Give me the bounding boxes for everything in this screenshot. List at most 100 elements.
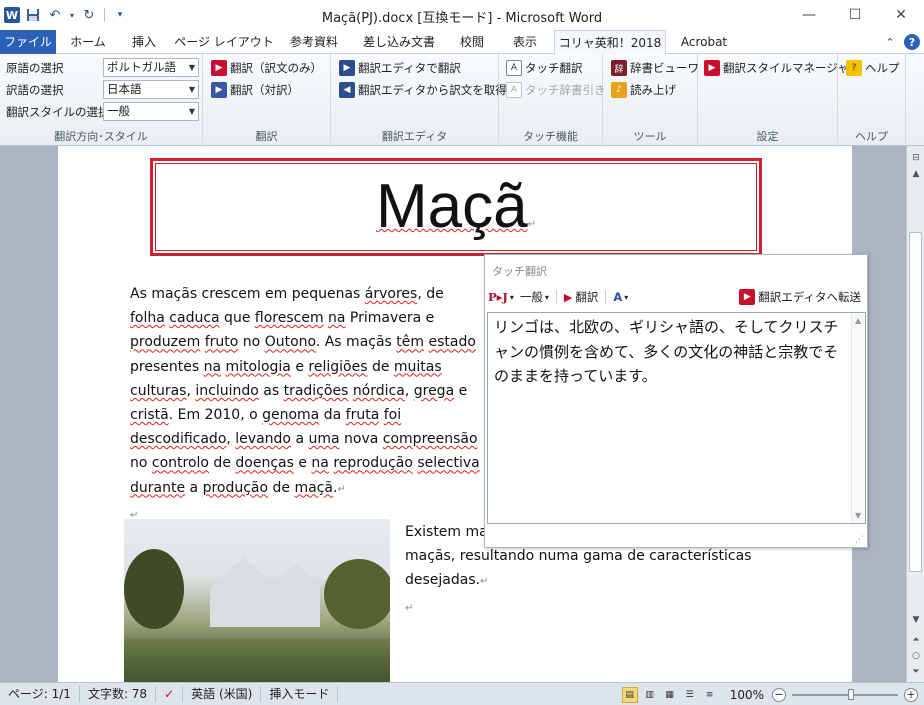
send-to-editor-button[interactable]: ▶ 翻訳エディタへ転送 [736,287,867,307]
zoom-in-icon[interactable]: + [904,687,918,702]
maximize-icon[interactable]: ☐ [832,0,878,30]
style-manager-button[interactable]: ▶ 翻訳スタイルマネージャ [704,58,849,78]
misspelled-word: florescem [254,310,324,327]
group-direction-style: 原語の選択 ポルトガル語 ▼ 訳語の選択 日本語 ▼ 翻訳スタイルの選択 一般 ▼ 翻… [0,54,203,146]
touch-translate-panel[interactable]: タッチ翻訳 P▸J ▾ 一般 ▾ ▶ 翻訳 A ▾ ▶ 翻訳エディタへ転送 リンゴは、北欧… [484,254,868,548]
direction-dropdown[interactable]: P▸J ▾ [485,287,517,307]
tab-page-layout[interactable]: ページ レイアウト [174,30,274,54]
tab-acrobat[interactable]: Acrobat [672,30,736,54]
translation-style-select[interactable]: 一般 ▼ [103,102,199,121]
apple-house-image[interactable] [124,519,390,682]
style-dropdown[interactable]: 一般 ▾ [517,287,552,307]
language-indicator[interactable]: 英語 (米国) [183,686,262,702]
outline-icon[interactable]: ☰ [682,687,698,703]
ribbon-tabs: ファイル ホーム 挿入 ページ レイアウト 参考資料 差し込み文書 校閲 表示 … [0,30,924,55]
zoom-slider[interactable] [792,688,898,700]
resize-grip-icon[interactable]: ⋰ [855,535,864,545]
close-icon[interactable]: ✕ [878,0,924,30]
target-language-value: 日本語 [107,82,142,96]
redo-icon[interactable]: ↻ [80,6,98,24]
paragraph-mark: ↵ [527,219,536,230]
paragraph-mark: ↵ [405,602,414,614]
direction-label: P▸J [488,290,508,304]
touch-dictionary-label: タッチ辞書引き [525,83,606,97]
target-language-select[interactable]: 日本語 ▼ [103,80,199,99]
insert-mode-indicator[interactable]: 挿入モード [261,686,339,702]
ruler-toggle-icon[interactable]: ⊟ [910,152,922,164]
tab-review[interactable]: 校閲 [450,30,494,54]
page-count[interactable]: ページ: 1/1 [0,686,80,702]
tab-korya[interactable]: コリャ英和！2018 [554,30,666,55]
undo-icon[interactable]: ↶ [46,6,64,24]
scrollbar-thumb[interactable] [909,232,922,572]
customize-qat-icon[interactable]: ▾ [111,6,129,24]
vertical-scrollbar[interactable]: ⊟ ▲ ▼ ⏶ ○ ⏷ [906,146,924,682]
misspelled-word: religiões [308,358,368,375]
dictionary-viewer-button[interactable]: 辞辞書ビューワ [611,58,699,78]
text-run: de [367,358,394,375]
touch-result-area[interactable]: リンゴは、北欧の、ギリシャ語の、そしてクリスチャンの慣例を含めて、多くの文化の神… [487,312,866,524]
misspelled-word: na [203,358,222,375]
text-run: no [238,334,265,351]
translate-only-icon: ▶ [211,60,227,76]
help-icon[interactable]: ? [904,34,920,50]
tab-file[interactable]: ファイル [0,30,56,54]
scroll-up-icon[interactable]: ▲ [910,168,922,180]
paragraph-2-line-3: desejadas. [405,572,481,589]
zoom-out-icon[interactable]: − [772,687,786,702]
translate-in-editor-button[interactable]: ▶ 翻訳エディタで翻訳 [339,58,461,78]
translate-only-button[interactable]: ▶ 翻訳（訳文のみ） [211,58,322,78]
zoom-level[interactable]: 100% [730,688,764,702]
source-language-select[interactable]: ポルトガル語 ▼ [103,58,199,77]
word-app-icon[interactable]: W [4,7,20,23]
misspelled-word: compreensão [382,431,478,448]
get-from-editor-button[interactable]: ◀ 翻訳エディタから訳文を取得 [339,80,507,100]
text-run: As maçãs crescem em pequenas [130,286,365,302]
tab-view[interactable]: 表示 [502,30,548,54]
word-count[interactable]: 文字数: 78 [80,686,157,702]
misspelled-word: produção [202,479,269,496]
options-dropdown[interactable]: A ▾ [610,287,631,307]
paragraph-1[interactable]: As maçãs crescem em pequenas árvores, de… [130,282,480,528]
tab-mailings[interactable]: 差し込み文書 [356,30,442,54]
house-shape [210,557,320,627]
minimize-ribbon-icon[interactable]: ⌃ [882,34,898,50]
touch-translate-button[interactable]: A タッチ翻訳 [506,58,583,78]
save-icon[interactable] [24,6,42,24]
style-manager-label: 翻訳スタイルマネージャ [723,61,849,75]
print-layout-icon[interactable]: ▤ [621,686,638,703]
touch-result-scrollbar[interactable]: ▲ ▼ [851,313,865,523]
previous-page-icon[interactable]: ⏶ [910,634,922,646]
scroll-down-icon[interactable]: ▼ [855,511,861,520]
misspelled-word: incluindo [195,382,259,399]
tab-home[interactable]: ホーム [64,30,112,54]
misspelled-word: fruta [345,407,380,424]
tab-insert[interactable]: 挿入 [120,30,168,54]
proofing-icon[interactable]: ✓ [156,686,184,702]
minimize-icon[interactable]: — [786,0,832,30]
touch-translate-icon: A [506,60,522,76]
tab-references[interactable]: 参考資料 [280,30,348,54]
text-run: a [185,479,203,496]
panel-translate-button[interactable]: ▶ 翻訳 [561,287,601,307]
undo-dropdown-icon[interactable]: ▾ [68,6,76,24]
scroll-down-icon[interactable]: ▼ [910,614,922,626]
web-layout-icon[interactable]: ▦ [662,687,678,703]
text-run: que [219,310,255,327]
korya-help-button[interactable]: ? ヘルプ [846,58,900,78]
touch-dictionary-button[interactable]: A タッチ辞書引き [506,80,606,100]
browse-object-icon[interactable]: ○ [910,650,922,662]
misspelled-word: estado [428,334,476,351]
text-run: . Em [168,407,205,424]
full-screen-reading-icon[interactable]: ▥ [642,687,658,703]
misspelled-word: mitologia [225,358,291,375]
draft-icon[interactable]: ≡ [702,687,718,703]
document-title[interactable]: Maçã↵ [153,171,759,242]
text-run: de [208,455,236,472]
read-aloud-button[interactable]: ♪ 読み上げ [611,80,676,100]
translate-pair-button[interactable]: ▶ 翻訳（対訳） [211,80,299,100]
next-page-icon[interactable]: ⏷ [910,666,922,678]
zoom-slider-thumb[interactable] [848,688,854,700]
scroll-up-icon[interactable]: ▲ [855,316,861,325]
paragraph-mark: ↵ [480,576,489,588]
